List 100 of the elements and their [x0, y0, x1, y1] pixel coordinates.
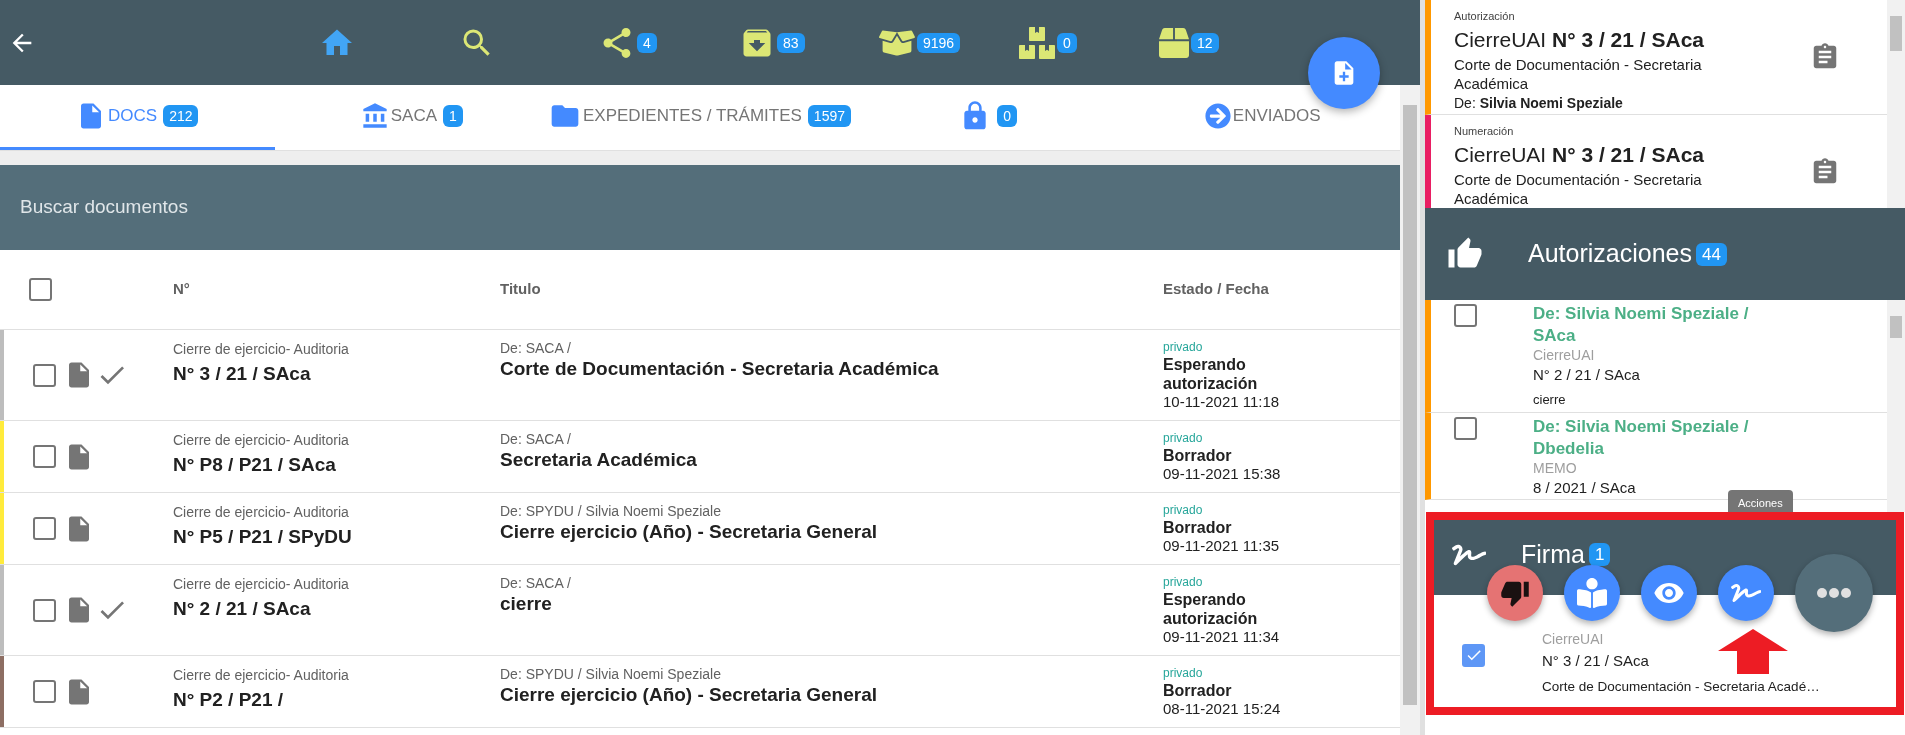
document-number: N° 2 / 21 / SAca [173, 597, 312, 621]
more-button[interactable] [1795, 554, 1873, 632]
search-field[interactable]: Buscar documentos [20, 193, 520, 222]
document-number: N° P2 / P21 / [173, 688, 285, 712]
count-badge: 1 [1588, 543, 1611, 566]
section-title: Autorizaciones [1528, 238, 1692, 270]
notification-title: CierreUAI N° 3 / 21 / SAca [1454, 26, 1705, 53]
checkbox[interactable] [33, 680, 56, 703]
document-type: Cierre de ejercicio- Auditoria [173, 503, 350, 522]
status: Borrador [1163, 446, 1233, 465]
document-number: N° P8 / P21 / SAca [173, 453, 337, 477]
sender-heading: De: Silvia Noemi Speziale / Dbedelia [1533, 415, 1750, 460]
notification-subtitle: Corte de Documentación - Secretaria Académica [1454, 169, 1703, 208]
table-row[interactable]: Cierre de ejercicio- Auditoria N° 2 / 21 / SAca De: SACA / cierre privado Esperando autorización 09-11-2021 11:34 [0, 565, 1400, 656]
arrow-right-icon [1204, 103, 1231, 129]
document-title: Corte de Documentación - Secretaria Acadé… [1542, 678, 1820, 697]
notification-title: CierreUAI N° 3 / 21 / SAca [1454, 141, 1705, 168]
privacy-label: privado [1163, 574, 1204, 590]
document-type: Cierre de ejercicio- Auditoria [173, 340, 350, 359]
tab[interactable]: SACA 1 [274, 85, 549, 150]
document-number: N° P5 / P21 / SPyDU [173, 525, 353, 549]
section-title: Firma [1521, 538, 1585, 570]
count-badge: 4 [637, 32, 657, 53]
sign-button[interactable] [1718, 565, 1774, 621]
document-number: N° 3 / 21 / SAca [173, 362, 312, 386]
count-badge: 12 [1191, 32, 1219, 53]
count-badge: 0 [1057, 32, 1077, 53]
checkbox[interactable] [33, 363, 56, 387]
reader-icon [1577, 578, 1607, 608]
document-title: cierre [500, 592, 553, 616]
dislike-button[interactable] [1487, 565, 1543, 621]
privacy-label: privado [1163, 502, 1204, 518]
privacy-label: privado [1163, 665, 1204, 681]
count-badge: 44 [1696, 242, 1727, 266]
status: Esperando autorización [1163, 355, 1259, 393]
document-type: MEMO [1533, 459, 1577, 477]
document-title: Secretaria Académica [500, 448, 698, 472]
notification-type: Numeración [1454, 124, 1515, 139]
document-number: 8 / 2021 / SAca [1533, 478, 1636, 497]
table-row[interactable]: Cierre de ejercicio- Auditoria N° P5 / P21 / SPyDU De: SPYDU / Silvia Noemi Speziale Cierre ejercicio (Año) - Secretaria General privado Borrador 09-11-2021 11:35 [0, 493, 1400, 565]
document-type: CierreUAI [1533, 347, 1595, 364]
tab[interactable]: ENVIADOS [1125, 85, 1400, 150]
document-title: Cierre ejercicio (Año) - Secretaria General [500, 683, 878, 707]
sender: De: SACA / [500, 574, 572, 592]
document-number: N° 3 / 21 / SAca [1542, 650, 1649, 671]
checkbox[interactable] [1454, 416, 1477, 440]
sender: De: SACA / [500, 339, 572, 357]
view-button[interactable] [1641, 565, 1697, 621]
new-document-button[interactable] [1308, 37, 1380, 109]
status: Borrador [1163, 681, 1233, 700]
date: 09-11-2021 11:35 [1163, 537, 1281, 555]
scrollbar[interactable] [1887, 0, 1905, 208]
tab[interactable]: EXPEDIENTES / TRÁMITES 1597 [549, 85, 851, 150]
boxes-icon[interactable] [1019, 24, 1055, 61]
checkbox[interactable] [1454, 304, 1477, 327]
date: 09-11-2021 11:34 [1163, 628, 1281, 646]
document-title: Cierre ejercicio (Año) - Secretaria General [500, 520, 878, 544]
document-type: Cierre de ejercicio- Auditoria [173, 666, 350, 685]
bank-icon [360, 102, 389, 130]
box-icon[interactable] [1159, 27, 1189, 58]
date: 09-11-2021 15:38 [1163, 465, 1282, 483]
notification-subtitle: Corte de Documentación - Secretaria Académica [1454, 54, 1703, 93]
arrow-up-icon [1718, 629, 1788, 674]
notification-type: Autorización [1454, 9, 1516, 24]
sender: De: SPYDU / Silvia Noemi Speziale [500, 502, 722, 520]
column-header: Estado / Fecha [1163, 279, 1270, 300]
scrollbar[interactable] [1887, 300, 1905, 512]
table-row[interactable]: Cierre de ejercicio- Auditoria N° 3 / 21 / SAca De: SACA / Corte de Documentación - Secretaria Académica privado Esperando autorización 10-11-2021 11:18 [0, 330, 1400, 421]
checkbox[interactable] [33, 517, 56, 540]
count-badge: 1 [443, 105, 463, 128]
date: 10-11-2021 11:18 [1163, 393, 1281, 411]
checkbox[interactable] [29, 278, 52, 301]
table-row[interactable]: Cierre de ejercicio- Auditoria N° P2 / P21 / De: SPYDU / Silvia Noemi Speziale Cierre ejercicio (Año) - Secretaria General privado Borrador 08-11-2021 15:24 [0, 656, 1400, 728]
count-badge: 9196 [917, 32, 961, 53]
column-header: Titulo [500, 279, 542, 300]
checkbox[interactable] [1462, 643, 1485, 667]
count-badge: 212 [163, 105, 199, 128]
status: Esperando autorización [1163, 590, 1259, 628]
sender: De: SACA / [500, 430, 572, 448]
document-note: cierre [1533, 391, 1566, 409]
document-type: Cierre de ejercicio- Auditoria [173, 431, 350, 450]
date: 08-11-2021 15:24 [1163, 700, 1282, 718]
scrollbar[interactable] [1400, 85, 1420, 735]
sender: De: SPYDU / Silvia Noemi Speziale [500, 665, 722, 683]
count-badge: 0 [997, 105, 1018, 128]
count-badge: 83 [777, 32, 805, 53]
more-icon [1817, 588, 1851, 598]
document-type: Cierre de ejercicio- Auditoria [173, 575, 350, 594]
privacy-label: privado [1163, 339, 1204, 355]
checkbox[interactable] [33, 598, 56, 622]
count-badge: 1597 [807, 105, 851, 128]
read-button[interactable] [1564, 565, 1620, 621]
table-row[interactable]: Cierre de ejercicio- Auditoria N° P8 / P21 / SAca De: SACA / Secretaria Académica privado Borrador 09-11-2021 15:38 [0, 421, 1400, 493]
column-header: N° [173, 279, 191, 300]
status: Borrador [1163, 518, 1233, 537]
checkbox[interactable] [33, 445, 56, 468]
sender-heading: De: Silvia Noemi Speziale / SAca [1533, 303, 1750, 347]
document-title: Corte de Documentación - Secretaria Académica [500, 357, 940, 381]
document-type: CierreUAI [1542, 629, 1604, 649]
document-number: N° 2 / 21 / SAca [1533, 366, 1640, 384]
